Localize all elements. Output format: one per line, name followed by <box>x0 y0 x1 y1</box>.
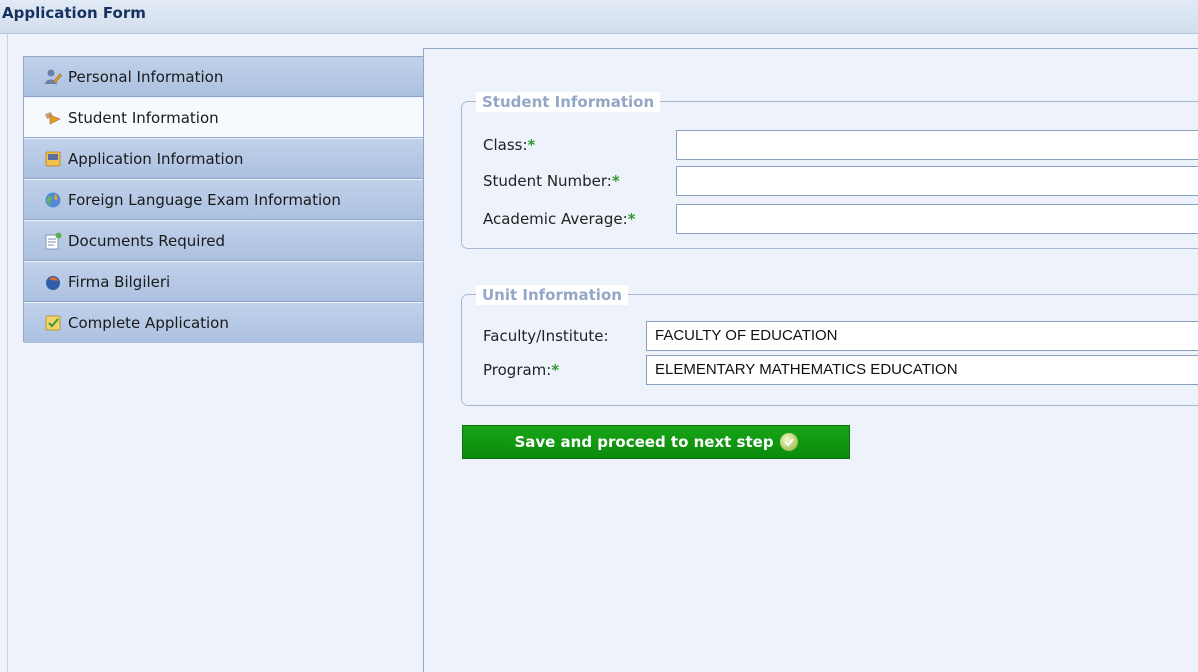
sidebar-item-application-information[interactable]: Application Information <box>24 139 424 179</box>
sidebar-item-documents-required[interactable]: Documents Required <box>24 221 424 261</box>
sidebar-item-label: Personal Information <box>68 67 224 86</box>
sidebar-item-complete-application[interactable]: Complete Application <box>24 303 424 343</box>
sidebar-item-label: Application Information <box>68 149 244 168</box>
required-mark: * <box>527 136 536 154</box>
unit-information-legend: Unit Information <box>476 285 628 305</box>
class-label: Class: <box>483 136 528 154</box>
company-icon <box>44 273 62 291</box>
student-number-row: Student Number: * <box>483 166 620 196</box>
student-number-input[interactable] <box>676 166 1198 196</box>
globe-icon <box>44 191 62 209</box>
form-content: Student Information Class: * Student Numb… <box>423 48 1198 672</box>
sidebar-item-foreign-language-exam-information[interactable]: Foreign Language Exam Information <box>24 180 424 220</box>
required-mark: * <box>627 210 636 228</box>
faculty-row: Faculty/Institute: <box>483 321 609 351</box>
program-label: Program: <box>483 361 552 379</box>
document-add-icon <box>44 232 62 250</box>
faculty-input[interactable]: FACULTY OF EDUCATION <box>646 321 1198 351</box>
sidebar-item-personal-information[interactable]: Personal Information <box>24 57 424 97</box>
program-input[interactable]: ELEMENTARY MATHEMATICS EDUCATION <box>646 355 1198 385</box>
sidebar-item-label: Complete Application <box>68 314 229 332</box>
sidebar-item-label: Foreign Language Exam Information <box>68 190 341 209</box>
sidebar-item-label: Firma Bilgileri <box>68 272 171 291</box>
unit-information-group: Unit Information Faculty/Institute: FACU… <box>461 285 1198 406</box>
program-row: Program: * <box>483 355 559 385</box>
academic-average-row: Academic Average: * <box>483 204 636 234</box>
checklist-icon <box>44 314 62 332</box>
save-button-label: Save and proceed to next step <box>514 433 774 451</box>
class-row: Class: * <box>483 130 535 160</box>
title-bar: Application Form <box>0 0 1198 34</box>
required-mark: * <box>551 361 560 379</box>
student-information-legend: Student Information <box>476 92 661 112</box>
sidebar-nav: Personal Information Student Information… <box>23 56 424 343</box>
sidebar-item-label: Documents Required <box>68 231 226 250</box>
window-title: Application Form <box>2 4 146 22</box>
person-edit-icon <box>44 68 62 86</box>
student-number-label: Student Number: <box>483 172 612 190</box>
save-and-proceed-button[interactable]: Save and proceed to next step <box>462 425 850 459</box>
student-arrow-icon <box>44 109 62 127</box>
student-information-group: Student Information Class: * Student Numb… <box>461 92 1198 249</box>
faculty-label: Faculty/Institute: <box>483 327 609 345</box>
sidebar-item-label: Student Information <box>68 108 219 127</box>
class-input[interactable] <box>676 130 1198 160</box>
sidebar-item-student-information[interactable]: Student Information <box>24 98 424 138</box>
academic-average-input[interactable] <box>676 204 1198 234</box>
check-circle-icon <box>779 433 798 451</box>
notebook-icon <box>44 150 62 168</box>
sidebar-item-firma-bilgileri[interactable]: Firma Bilgileri <box>24 262 424 302</box>
required-mark: * <box>611 172 620 190</box>
left-divider <box>7 34 8 672</box>
academic-average-label: Academic Average: <box>483 210 628 228</box>
